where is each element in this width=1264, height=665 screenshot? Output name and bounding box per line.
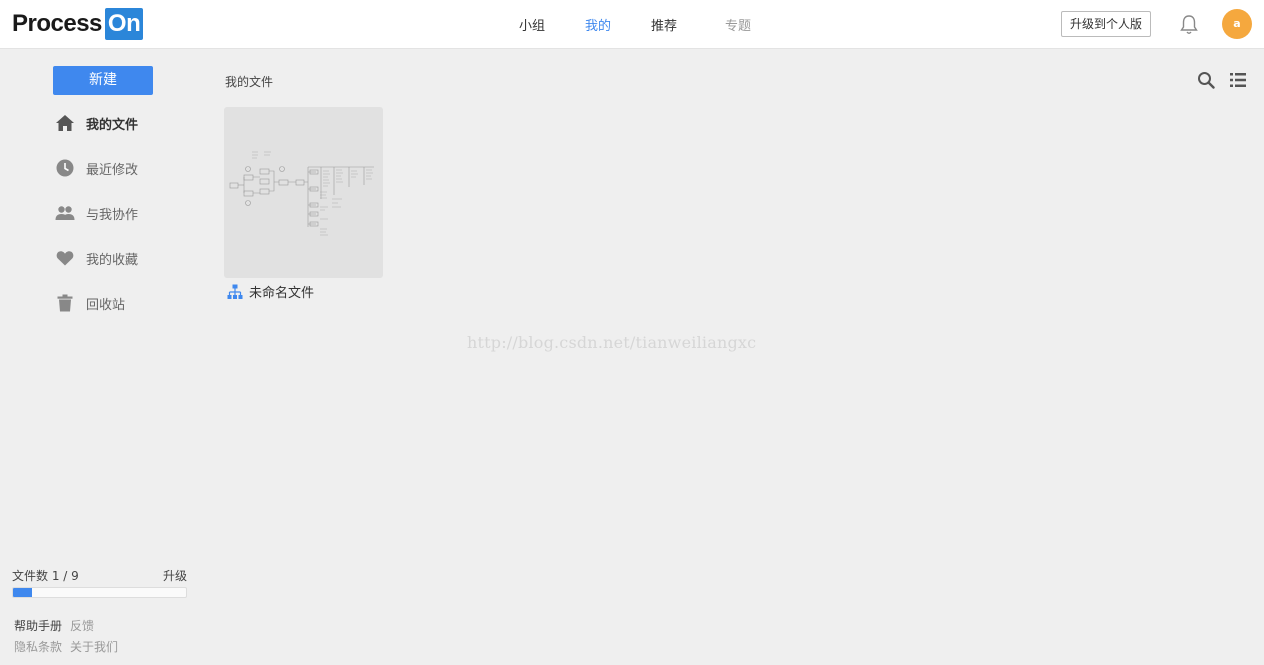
nav-topics[interactable]: 专题 [725,15,751,34]
file-card[interactable] [224,107,383,278]
heart-icon [54,247,76,269]
file-count-label: 文件数 1 / 9 [12,569,79,583]
search-icon[interactable] [1197,71,1215,89]
file-thumbnail [229,151,374,236]
feedback-link[interactable]: 反馈 [70,617,94,634]
org-chart-icon [227,284,243,299]
clock-icon [54,157,76,179]
file-quota-bar [12,587,187,598]
watermark: http://blog.csdn.net/tianweiliangxc [467,333,757,352]
sidebar-item-recent[interactable]: 最近修改 [54,157,138,179]
sidebar-item-trash[interactable]: 回收站 [54,292,125,314]
file-quota-fill [13,588,33,597]
people-icon [54,202,76,224]
trash-icon [54,292,76,314]
home-icon [54,112,76,134]
avatar[interactable]: a [1222,9,1252,39]
privacy-link[interactable]: 隐私条款 [14,638,62,655]
bell-icon[interactable] [1179,14,1199,36]
new-button[interactable]: 新建 [53,66,153,95]
sidebar-item-favorites[interactable]: 我的收藏 [54,247,138,269]
sidebar-item-my-files[interactable]: 我的文件 [54,112,138,134]
nav-group[interactable]: 小组 [519,15,545,34]
upgrade-personal-button[interactable]: 升级到个人版 [1061,11,1151,37]
processon-logo[interactable]: Process On [12,8,144,40]
about-link[interactable]: 关于我们 [70,638,118,655]
nav-mine[interactable]: 我的 [585,15,611,34]
file-title[interactable]: 未命名文件 [227,282,314,301]
breadcrumb: 我的文件 [225,75,274,89]
nav-recommend[interactable]: 推荐 [651,15,677,34]
top-header: Process On 小组 我的 推荐 专题 升级到个人版 a [0,0,1264,49]
sidebar-item-shared[interactable]: 与我协作 [54,202,138,224]
list-view-icon[interactable] [1230,72,1246,88]
upgrade-link[interactable]: 升级 [163,567,187,584]
help-manual-link[interactable]: 帮助手册 [14,617,62,634]
